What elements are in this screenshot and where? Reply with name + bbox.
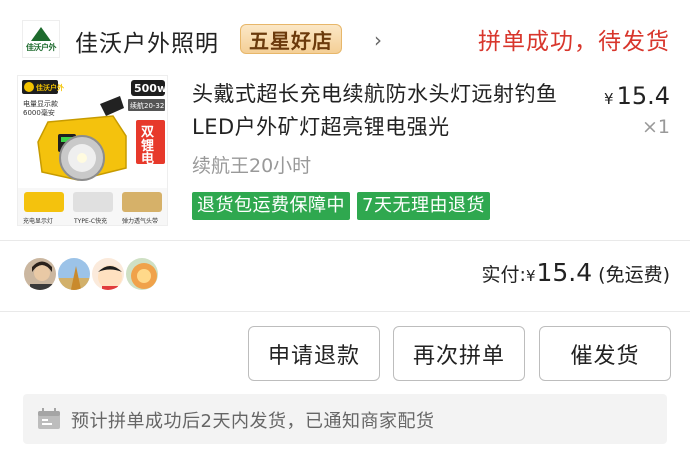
five-star-badge: 五星好店 [240,24,342,54]
shop-logo[interactable]: 佳沃户外 [22,20,60,58]
currency-symbol: ¥ [604,90,614,108]
group-members[interactable] [22,256,160,292]
mountain-icon [31,27,51,41]
image-battery-note: 电量显示款 [23,99,58,108]
svg-text:双: 双 [141,125,154,140]
calendar-icon [38,408,60,429]
shop-logo-text: 佳沃户外 [26,43,57,52]
price-value: 15.4 [616,82,670,110]
avatar [56,256,92,292]
shop-name[interactable]: 佳沃户外照明 [75,24,219,58]
product-variant: 续航王20小时 [192,155,312,177]
image-endurance: 续航20-32 [130,101,164,110]
regroup-button[interactable]: 再次拼单 [393,326,525,381]
urge-shipping-button[interactable]: 催发货 [539,326,671,381]
svg-text:电: 电 [141,151,154,167]
image-brand-text: 佳沃户外 [36,83,64,92]
product-quantity: ×1 [641,116,670,138]
chevron-right-icon[interactable]: › [374,28,382,52]
avatar [22,256,58,292]
order-total: 实付: ¥ 15.4 (免运费) [482,258,670,287]
product-price: ¥15.4 [604,82,670,110]
paid-label: 实付: [481,264,526,286]
tag-return-shipping: 退货包运费保障中 [192,192,350,220]
shipping-notice: 预计拼单成功后2天内发货，已通知商家配货 [23,394,667,444]
avatar [90,256,126,292]
image-feature-1: 充电显示灯 [23,217,53,225]
order-status: 拼单成功，待发货 [478,29,670,55]
avatar [124,256,160,292]
service-tags: 退货包运费保障中 7天无理由退货 [192,192,490,220]
image-capacity: 6000毫安 [23,108,55,117]
divider [0,240,690,241]
image-feature-2: TYPE-C快充 [73,217,107,225]
notice-text: 预计拼单成功后2天内发货，已通知商家配货 [71,411,435,432]
apply-refund-button[interactable]: 申请退款 [248,326,380,381]
product-title[interactable]: 头戴式超长充电续航防水头灯远射钓鱼LED户外矿灯超亮锂电强光 [192,78,582,144]
total-amount: 15.4 [536,258,593,287]
order-card-header: 佳沃户外 佳沃户外照明 五星好店 › 拼单成功，待发货 [0,0,690,68]
divider [0,311,690,312]
shipping-note: (免运费) [598,264,670,286]
total-currency: ¥ [525,267,536,285]
tag-7day-return: 7天无理由退货 [357,192,490,220]
image-wattage: 500w [134,82,167,95]
image-feature-3: 弹力透气头带 [122,217,158,225]
product-image[interactable]: 佳沃户外 电量显示款 6000毫安 500w 双 锂 电 续航20-32 充电显… [17,75,168,226]
